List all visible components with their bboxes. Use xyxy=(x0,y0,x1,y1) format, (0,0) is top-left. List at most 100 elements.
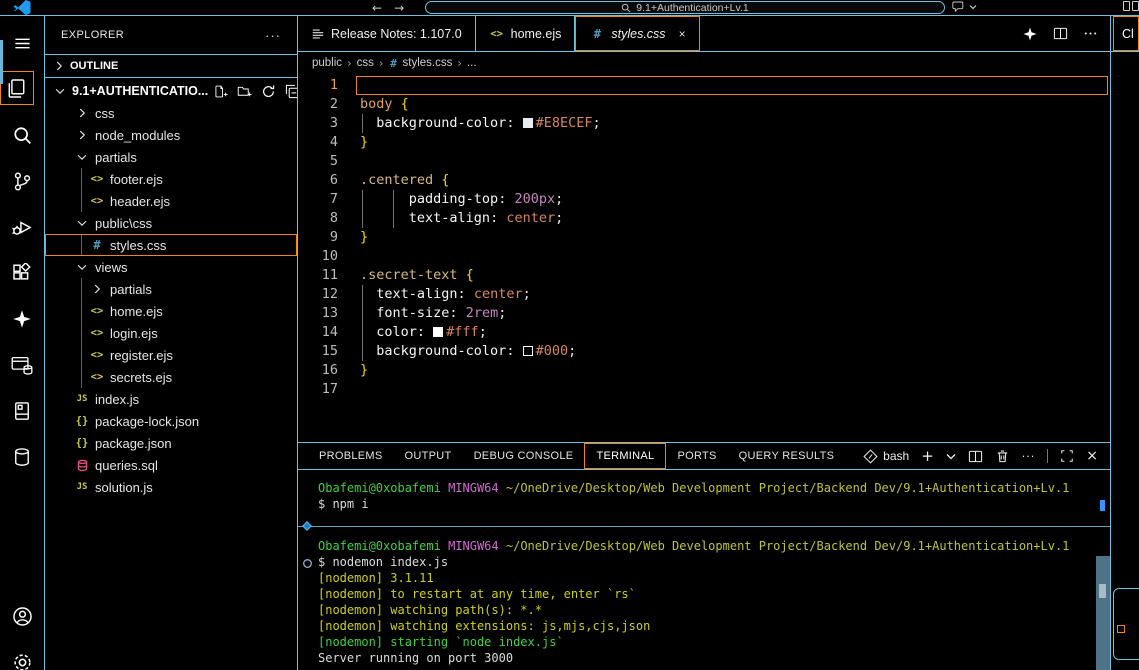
activity-bar-item-search[interactable] xyxy=(0,115,45,155)
code-line-6: 6 .centered { xyxy=(329,172,450,188)
bash-icon xyxy=(863,448,878,464)
code-editor[interactable]: 1 2 body {3 background-color: #E8ECEF; 4} 5 6… xyxy=(298,74,1110,442)
code-line-13: 13 font-size: 2rem; xyxy=(321,304,507,323)
panel-tab-output[interactable]: OUTPUT xyxy=(394,443,463,469)
chevron-right-icon xyxy=(74,128,90,142)
tree-item-secrets.ejs[interactable]: <> secrets.ejs xyxy=(45,366,297,388)
panel-tab-query-results[interactable]: QUERY RESULTS xyxy=(728,443,846,469)
activity-bar-item-explorer[interactable] xyxy=(0,71,34,105)
kill-terminal-icon[interactable] xyxy=(995,449,1010,464)
tree-item-partials[interactable]: partials xyxy=(45,278,297,300)
source-control-icon xyxy=(12,171,33,192)
tree-item-queries.sql[interactable]: queries.sql xyxy=(45,454,297,476)
terminal[interactable]: Obafemi@0xobafemi MINGW64 ~/OneDrive/Des… xyxy=(298,470,1110,670)
back-button[interactable]: ← xyxy=(372,1,382,15)
activity-bar-item-database[interactable] xyxy=(0,437,45,477)
editor-tab-styles.css[interactable]: # styles.css × xyxy=(575,16,700,51)
tree-item-partials[interactable]: partials xyxy=(45,146,297,168)
activity-bar-item-account[interactable] xyxy=(0,596,45,636)
breadcrumb[interactable]: public › css › # styles.css › ... xyxy=(298,52,1110,74)
terminal-scrollbar[interactable] xyxy=(1096,556,1110,670)
more-actions-icon[interactable] xyxy=(1083,26,1098,41)
activity-bar-item-extensions[interactable] xyxy=(0,253,45,293)
tree-item-index.js[interactable]: JS index.js xyxy=(45,388,297,410)
breadcrumb-item[interactable]: ... xyxy=(467,57,477,69)
code-line-5: 5 xyxy=(329,153,338,169)
tree-item-css[interactable]: css xyxy=(45,102,297,124)
indent-guide xyxy=(393,209,394,228)
panel-tab-debug-console[interactable]: DEBUG CONSOLE xyxy=(463,443,585,469)
chevron-down-icon xyxy=(53,84,67,98)
activity-bar-item-remote-explorer[interactable] xyxy=(0,391,45,431)
maximize-panel-icon[interactable] xyxy=(1060,449,1074,463)
terminal-line: Obafemi@0xobafemi MINGW64 ~/OneDrive/Des… xyxy=(318,481,1070,495)
editor-group-2-tab[interactable]: Cl xyxy=(1113,16,1139,51)
forward-button[interactable]: → xyxy=(394,1,404,15)
activity-bar-item-copilot-sparkle[interactable] xyxy=(0,299,45,339)
activity-bar-item-menu[interactable] xyxy=(0,23,45,63)
tree-item-home.ejs[interactable]: <> home.ejs xyxy=(45,300,297,322)
panel-tab-problems[interactable]: PROBLEMS xyxy=(308,443,394,469)
layout-controls-icon[interactable] xyxy=(1123,1,1139,11)
more-icon[interactable]: ··· xyxy=(1022,450,1036,463)
tree-item-styles.css[interactable]: # styles.css xyxy=(45,234,297,256)
tree-item-views[interactable]: views xyxy=(45,256,297,278)
chevron-down-icon xyxy=(74,260,90,274)
breadcrumb-item[interactable]: css xyxy=(357,57,374,69)
activity-bar-item-run-debug[interactable] xyxy=(0,207,45,247)
tree-item-login.ejs[interactable]: <> login.ejs xyxy=(45,322,297,344)
tree-indent-guide xyxy=(81,168,82,190)
close-panel-icon[interactable]: × xyxy=(1086,448,1098,464)
remote-explorer-icon xyxy=(12,401,32,421)
activity-bar-item-settings-gear[interactable] xyxy=(0,642,45,670)
panel-tab-ports[interactable]: PORTS xyxy=(666,443,727,469)
tree-item-register.ejs[interactable]: <> register.ejs xyxy=(45,344,297,366)
code-line-14: 14 color: #fff; xyxy=(321,323,487,342)
breadcrumb-item[interactable]: # styles.css xyxy=(389,57,452,70)
tree-root-folder[interactable]: 9.1+AUTHENTICATIO... xyxy=(45,80,297,102)
code-line-16: 16} xyxy=(321,362,369,378)
color-swatch xyxy=(522,346,533,356)
command-center-search[interactable]: 9.1+Authentication+Lv.1 xyxy=(425,1,945,14)
code-line-15: 15 background-color: #000; xyxy=(321,342,577,361)
editor-tab-home.ejs[interactable]: <> home.ejs xyxy=(476,16,576,51)
panel-tab-terminal[interactable]: TERMINAL xyxy=(584,443,667,469)
terminal-line: $ nodemon index.js xyxy=(298,554,1110,570)
tree-item-solution.js[interactable]: JS solution.js xyxy=(45,476,297,498)
terminal-line: Obafemi@0xobafemi MINGW64 ~/OneDrive/Des… xyxy=(318,539,1070,553)
split-editor-icon[interactable] xyxy=(1053,26,1068,41)
chevron-right-icon xyxy=(51,59,67,73)
refresh-icon[interactable] xyxy=(261,84,276,99)
breadcrumb-item[interactable]: public xyxy=(312,57,342,69)
close-icon[interactable]: × xyxy=(679,27,686,41)
collapse-all-icon[interactable] xyxy=(285,84,297,99)
tree-item-header.ejs[interactable]: <> header.ejs xyxy=(45,190,297,212)
active-view-indicator xyxy=(0,40,3,84)
new-terminal-icon[interactable]: + xyxy=(921,447,934,465)
new-file-icon[interactable] xyxy=(213,84,228,99)
indent-guide xyxy=(393,190,394,209)
tree-item-node-modules[interactable]: node_modules xyxy=(45,124,297,146)
outline-section-header[interactable]: OUTLINE xyxy=(45,54,297,78)
split-terminal-icon[interactable] xyxy=(968,449,983,464)
copilot-chat-button[interactable] xyxy=(952,1,977,13)
dropdown-icon[interactable] xyxy=(946,453,956,460)
new-folder-icon[interactable] xyxy=(237,84,252,99)
activity-bar-item-source-control[interactable] xyxy=(0,161,45,201)
account-icon xyxy=(12,606,33,627)
sparkle-icon[interactable] xyxy=(1022,26,1038,42)
tree-item-public-css[interactable]: public\css xyxy=(45,212,297,234)
activity-bar-item-sqltools[interactable] xyxy=(0,345,45,385)
css-file-icon: # xyxy=(593,26,601,41)
sidebar-more-actions-icon[interactable]: ··· xyxy=(265,28,281,43)
editor-tab-Release-Notes-1.107.0[interactable]: Release Notes: 1.107.0 xyxy=(298,16,476,51)
breadcrumb-separator: › xyxy=(347,56,352,70)
notification-toast[interactable] xyxy=(1113,588,1139,660)
command-diamond-icon xyxy=(301,520,313,536)
tree-indent-guide xyxy=(81,366,82,388)
tree-item-package-lock.json[interactable]: {} package-lock.json xyxy=(45,410,297,432)
tree-item-package.json[interactable]: {} package.json xyxy=(45,432,297,454)
indent-guide xyxy=(362,285,363,304)
tree-item-footer.ejs[interactable]: <> footer.ejs xyxy=(45,168,297,190)
color-swatch xyxy=(433,327,444,337)
